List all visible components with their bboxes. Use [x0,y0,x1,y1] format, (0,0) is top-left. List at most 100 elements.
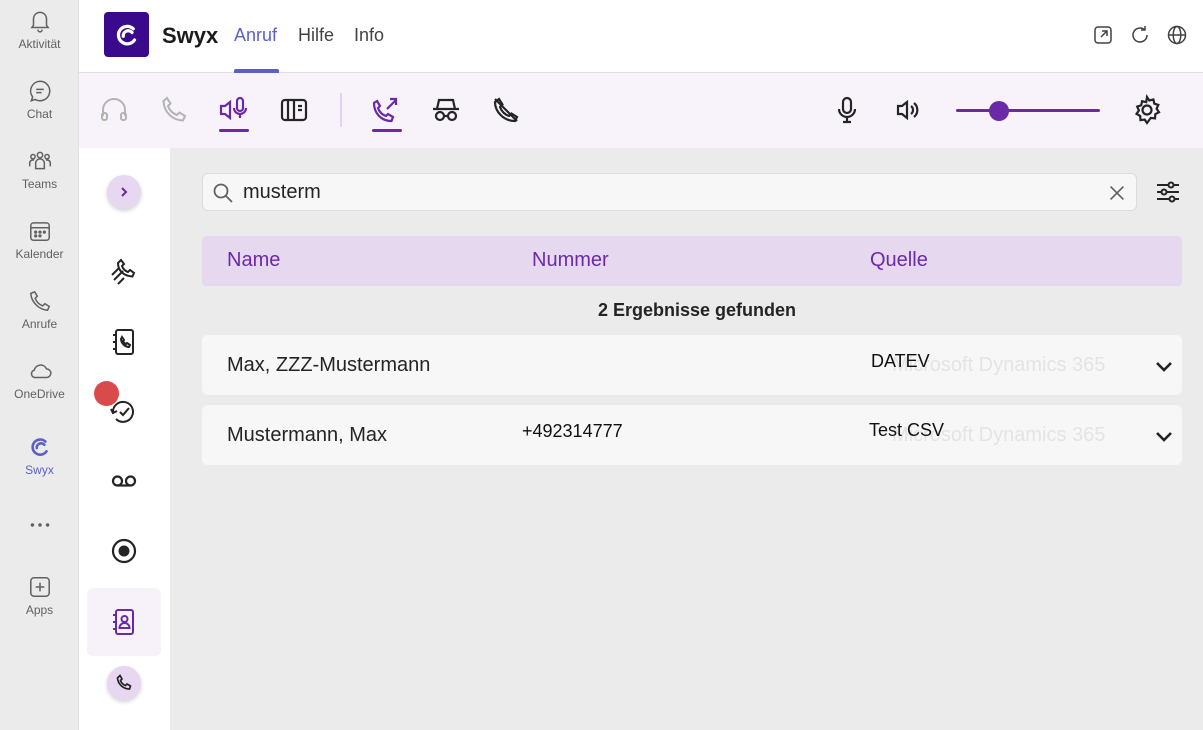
search-icon [213,183,233,203]
volume-slider-track[interactable] [956,109,1100,112]
speaker-icon [896,99,919,121]
callback-check-icon [110,400,134,423]
rail-label: Chat [26,107,53,121]
contact-source: DATEV [871,351,930,371]
do-not-disturb-button[interactable] [489,93,523,127]
toolbar-separator [340,93,342,127]
globe-icon[interactable] [1165,23,1189,47]
chevron-right-icon [121,187,128,197]
rail-item-onedrive[interactable]: OneDrive [0,358,79,401]
headset-icon [101,98,127,121]
rail-item-chat[interactable]: Chat [0,78,79,121]
table-row[interactable]: Microsoft Dynamics 365 Mustermann, Max +… [202,405,1182,465]
rail-item-teams[interactable]: Teams [0,148,79,191]
phonebook-button[interactable] [105,323,143,361]
contact-source: Test CSV [869,420,945,440]
handset-small-icon [116,674,132,690]
rail-label: Swyx [25,463,54,477]
swyx-logo [104,12,149,57]
chevron-down-icon[interactable] [1152,424,1176,448]
dialpad-call-button[interactable] [107,666,141,700]
calendar-icon [29,222,50,241]
rail-label: Teams [21,177,58,191]
settings-button[interactable] [1130,93,1164,127]
popout-icon[interactable] [1091,23,1115,47]
active-call-option-indicator [372,129,402,132]
call-forward-button[interactable] [369,93,403,127]
teams-icon [28,151,51,170]
rail-item-apps[interactable]: Apps [0,574,79,617]
contact-number: +492314777 [522,421,623,441]
result-count: 2 Ergebnisse gefunden [597,300,797,320]
teams-app-rail: Aktivität Chat Teams Kalender Anrufe One… [0,0,79,730]
cloud-icon [30,364,52,379]
call-toolbar [79,73,1203,148]
record-icon [111,538,137,564]
close-icon[interactable] [1106,182,1128,204]
rail-label: OneDrive [14,387,65,401]
app-header: Swyx Anruf Hilfe Info [79,0,1203,73]
headset-button[interactable] [97,93,131,127]
speakerphone-icon [219,96,248,121]
contact-name: Max, ZZZ-Mustermann [227,354,431,376]
device-panel-button[interactable] [277,93,311,127]
search-input[interactable] [243,180,1083,204]
refresh-icon[interactable] [1128,23,1152,47]
tab-hilfe[interactable]: Hilfe [298,25,334,46]
callback-button[interactable] [105,392,143,430]
rail-label: Anrufe [21,317,58,331]
call-forward-icon [372,97,398,123]
microphone-icon [837,96,857,124]
voicemail-icon [111,475,137,487]
phone-lines-icon [111,258,136,285]
expand-sidebar-button[interactable] [107,175,141,209]
contacts-book-icon [113,609,134,635]
swyx-icon [30,438,48,456]
contact-name: Mustermann, Max [227,424,388,446]
rail-item-activity[interactable]: Aktivität [0,8,79,51]
phonebook-icon [113,329,134,355]
filter-settings-icon[interactable] [1154,178,1182,206]
swyx-side-nav [79,148,170,730]
call-blocked-icon [493,97,519,123]
plus-square-icon [29,577,50,597]
results-table-header: Name Nummer Quelle [202,236,1182,286]
phone-icon [29,290,50,311]
rail-item-calendar[interactable]: Kalender [0,218,79,261]
table-row[interactable]: Microsoft Dynamics 365 Max, ZZZ-Musterma… [202,335,1182,395]
gear-icon [1134,94,1161,125]
active-device-indicator [219,129,249,132]
device-panel-icon [280,98,308,122]
contacts-button[interactable] [105,603,143,641]
swyx-logo-icon [116,24,136,45]
more-horizontal-icon [30,523,49,527]
bell-icon [29,11,50,33]
app-title: Swyx [162,23,219,48]
column-header-name[interactable]: Name [227,249,280,272]
column-header-number[interactable]: Nummer [532,249,609,272]
search-box [202,173,1137,211]
handset-icon [162,96,187,122]
column-header-source[interactable]: Quelle [870,249,928,272]
voicemail-button[interactable] [105,462,143,500]
more-apps-button[interactable] [0,512,79,538]
rail-label: Aktivität [18,37,61,51]
speakerphone-button[interactable] [217,93,251,127]
handset-button[interactable] [157,93,191,127]
chat-icon [29,80,50,102]
contact-search-panel: Name Nummer Quelle 2 Ergebnisse gefunden… [170,148,1203,730]
incognito-button[interactable] [429,93,463,127]
volume-slider-thumb[interactable] [989,101,1010,121]
incognito-icon [433,98,459,122]
chevron-down-icon[interactable] [1152,354,1176,378]
rail-label: Apps [25,603,54,617]
speaker-volume-button[interactable] [890,93,924,127]
microphone-button[interactable] [830,93,864,127]
rail-item-swyx[interactable]: Swyx [0,434,79,477]
recordings-button[interactable] [105,532,143,570]
tab-info[interactable]: Info [354,25,384,46]
rail-label: Kalender [15,247,64,261]
rail-item-calls[interactable]: Anrufe [0,288,79,331]
tab-anruf[interactable]: Anruf [234,25,277,46]
call-history-button[interactable] [105,253,143,291]
